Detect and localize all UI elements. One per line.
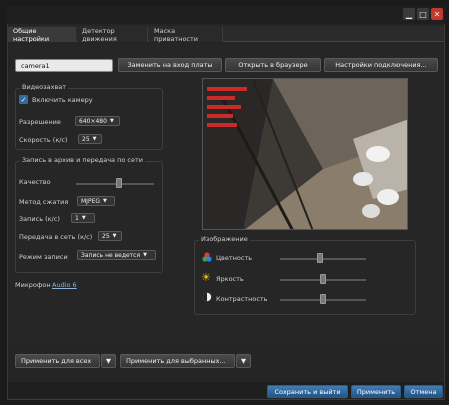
color-icon — [202, 252, 212, 262]
apply-all-button[interactable]: Применить для всех — [15, 354, 100, 368]
apply-all-dropdown-icon[interactable]: ▼ — [101, 354, 116, 368]
apply-all-label: Применить для всех — [21, 357, 92, 365]
compression-label: Метод сжатия — [19, 198, 69, 206]
speed-value: 25 — [82, 135, 90, 143]
speed-label: Скорость (к/с) — [19, 136, 68, 144]
record-mode-value: Запись не ведется — [81, 251, 141, 259]
preview-image — [203, 79, 407, 229]
record-fps-select[interactable]: 1 ▼ — [71, 213, 95, 223]
contrast-slider-thumb[interactable] — [320, 294, 326, 304]
chevron-down-icon: ▼ — [92, 136, 97, 142]
apply-selected-button[interactable]: Применить для выбранных... — [120, 354, 235, 368]
brightness-slider-thumb[interactable] — [320, 274, 326, 284]
contrast-icon — [202, 292, 212, 302]
tab-privacy-mask[interactable]: Маска приватности — [149, 27, 223, 43]
record-group-title: Запись в архив и передача по сети — [20, 156, 145, 164]
record-fps-value: 1 — [75, 214, 79, 222]
open-browser-button[interactable]: Открыть в браузере — [225, 58, 321, 72]
compression-select[interactable]: MJPEG ▼ — [77, 196, 115, 206]
record-mode-label: Режим записи — [19, 253, 68, 261]
maximize-icon[interactable]: □ — [417, 8, 429, 20]
brightness-icon: ☀ — [201, 271, 211, 284]
replace-input-button[interactable]: Заменить на вход платы — [118, 58, 222, 72]
minimize-icon[interactable]: ▁ — [403, 8, 415, 20]
record-fps-label: Запись (к/с) — [19, 215, 60, 223]
speed-select[interactable]: 25 ▼ — [78, 134, 102, 144]
enable-camera-checkbox[interactable]: ✓ — [19, 95, 28, 104]
contrast-label: Контрастность — [216, 295, 268, 303]
camera-preview — [202, 78, 408, 230]
close-icon[interactable]: ✕ — [431, 8, 443, 20]
compression-value: MJPEG — [81, 197, 101, 205]
apply-button[interactable]: Применить — [351, 385, 401, 398]
enable-camera-label: Включить камеру — [32, 96, 93, 104]
capture-group-title: Видеозахват — [20, 83, 69, 91]
brightness-label: Яркость — [216, 275, 244, 283]
connection-settings-button[interactable]: Настройки подключения... — [324, 58, 438, 72]
camera-name-input[interactable]: camera1 — [15, 59, 113, 72]
color-slider-thumb[interactable] — [317, 253, 324, 263]
resolution-label: Разрешение — [19, 118, 61, 126]
resolution-value: 640×480 — [79, 117, 107, 125]
chevron-down-icon: ▼ — [109, 118, 114, 124]
save-exit-button[interactable]: Сохранить и выйти — [267, 385, 348, 398]
network-fps-select[interactable]: 25 ▼ — [98, 231, 122, 241]
image-group-title: Изображение — [199, 235, 250, 243]
chevron-down-icon: ▼ — [112, 233, 117, 239]
resolution-select[interactable]: 640×480 ▼ — [75, 116, 120, 126]
network-fps-value: 25 — [102, 232, 110, 240]
tab-motion-detector[interactable]: Детектор движения — [77, 27, 148, 43]
chevron-down-icon: ▼ — [103, 198, 107, 204]
cancel-button[interactable]: Отмена — [404, 385, 443, 398]
tab-general[interactable]: Общие настройки — [8, 27, 76, 43]
quality-slider-thumb[interactable] — [115, 178, 122, 188]
microphone-link[interactable]: Audio 6 — [52, 281, 77, 289]
apply-selected-dropdown-icon[interactable]: ▼ — [236, 354, 251, 368]
record-mode-select[interactable]: Запись не ведется ▼ — [77, 250, 156, 260]
title-bar — [7, 6, 445, 24]
color-label: Цветность — [216, 254, 253, 262]
network-fps-label: Передача в сеть (к/с) — [19, 233, 93, 241]
chevron-down-icon: ▼ — [143, 252, 147, 258]
quality-label: Качество — [19, 178, 51, 186]
apply-selected-label: Применить для выбранных... — [126, 357, 226, 365]
chevron-down-icon: ▼ — [81, 215, 86, 221]
microphone-label: Микрофон — [15, 281, 51, 289]
